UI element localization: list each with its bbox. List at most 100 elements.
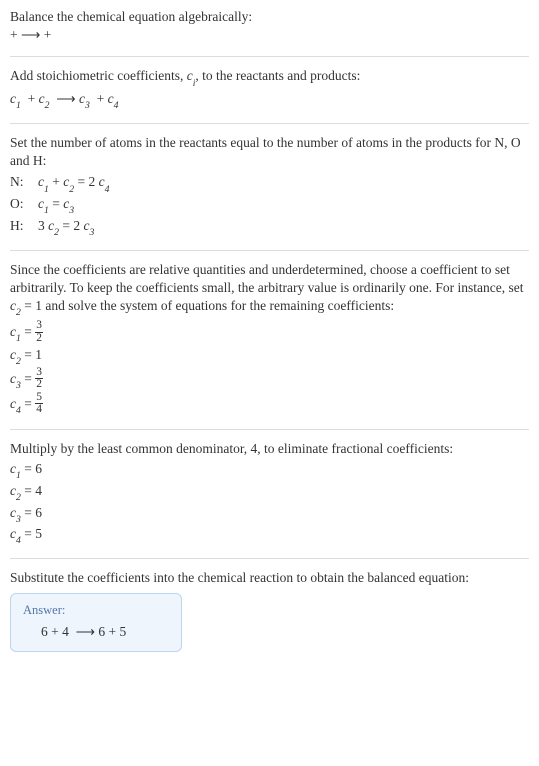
coef-line-c3: c3 = 6 (10, 504, 529, 525)
substitute-block: Substitute the coefficients into the che… (10, 569, 529, 652)
coef-c2: c (39, 91, 45, 106)
var-sub: 2 (16, 492, 21, 503)
equals-value: = 1 (21, 347, 42, 362)
coef-line-c4: c4 = 5 (10, 525, 529, 546)
var-sub: 3 (89, 227, 94, 238)
frac-den: 2 (35, 378, 43, 390)
coef-c4-sub: 4 (114, 100, 119, 111)
coef-6b: 6 (95, 624, 109, 639)
coef-line-c2: c2 = 4 (10, 482, 529, 503)
var-sub: 2 (54, 227, 59, 238)
coef-c4: c (108, 91, 114, 106)
intro-reaction-template: + ⟶ + (10, 26, 529, 44)
var-sub: 1 (44, 205, 49, 216)
var-sub: 1 (16, 333, 21, 344)
fraction: 54 (35, 392, 43, 416)
coef-c3-sub: 3 (85, 100, 90, 111)
atom-eq-o: c1 = c3 (38, 195, 74, 216)
divider (10, 558, 529, 559)
divider (10, 429, 529, 430)
atom-row-h: H: 3 c2 = 2 c3 (10, 217, 529, 238)
text-part: Since the coefficients are relative quan… (10, 262, 524, 295)
stoich-intro-text: Add stoichiometric coefficients, ci, to … (10, 67, 529, 88)
coef-line-c3: c3 = 32 (10, 368, 529, 392)
atom-label-h: H: (10, 217, 32, 235)
atom-eq-h: 3 c2 = 2 c3 (38, 217, 94, 238)
var-sub: 4 (16, 535, 21, 546)
frac-num: 5 (35, 392, 43, 403)
var-sub: 3 (16, 514, 21, 525)
value: = 5 (21, 526, 42, 541)
text-part: = 1 and solve the system of equations fo… (21, 298, 394, 313)
equals: = 2 (59, 218, 84, 233)
text-part: , to the reactants and products: (195, 68, 360, 83)
atom-label-o: O: (10, 195, 32, 213)
coef-line-c4: c4 = 54 (10, 393, 529, 417)
coef-line-c2: c2 = 1 (10, 346, 529, 367)
intro-line-1: Balance the chemical equation algebraica… (10, 8, 529, 26)
text-part: Add stoichiometric coefficients, (10, 68, 187, 83)
frac-den: 2 (35, 332, 43, 344)
var-sub: 3 (16, 380, 21, 391)
frac-num: 3 (35, 367, 43, 378)
arrow-icon: ⟶ (21, 26, 40, 44)
divider (10, 250, 529, 251)
coef-line-c1: c1 = 32 (10, 321, 529, 345)
reactant-placeholder: + (10, 27, 21, 42)
plus-sign: + (24, 91, 38, 106)
value: = 6 (21, 505, 42, 520)
value: = 4 (21, 483, 42, 498)
coef-6a: 6 (41, 624, 51, 639)
divider (10, 123, 529, 124)
var-sub: 4 (105, 184, 110, 195)
atom-row-n: N: c1 + c2 = 2 c4 (10, 173, 529, 194)
divider (10, 56, 529, 57)
coef-line-c1: c1 = 6 (10, 460, 529, 481)
frac-num: 3 (35, 320, 43, 331)
frac-den: 4 (35, 403, 43, 415)
atom-label-n: N: (10, 173, 32, 191)
fraction: 32 (35, 320, 43, 344)
var-sub: 2 (16, 307, 21, 318)
plus-4: + 4 (51, 624, 72, 639)
lcd-block: Multiply by the least common denominator… (10, 440, 529, 546)
underdetermined-text: Since the coefficients are relative quan… (10, 261, 529, 318)
atom-intro-text: Set the number of atoms in the reactants… (10, 134, 529, 170)
atom-row-o: O: c1 = c3 (10, 195, 529, 216)
var-sub: 2 (16, 356, 21, 367)
stoich-intro-block: Add stoichiometric coefficients, ci, to … (10, 67, 529, 111)
var-sub: 2 (69, 184, 74, 195)
equals: = (21, 396, 35, 411)
arrow-icon: ⟶ (76, 623, 95, 641)
substitute-text: Substitute the coefficients into the che… (10, 569, 529, 587)
intro-block: Balance the chemical equation algebraica… (10, 8, 529, 44)
coef-c2-sub: 2 (45, 100, 50, 111)
underdetermined-block: Since the coefficients are relative quan… (10, 261, 529, 417)
plus: + (49, 174, 63, 189)
coef-c1-sub: 1 (16, 100, 21, 111)
equals: = (21, 324, 35, 339)
answer-equation: 6 + 4 ⟶ 6 + 5 (23, 623, 169, 641)
var-c: c (187, 68, 193, 83)
coef: 3 (38, 218, 48, 233)
var-sub: 4 (16, 405, 21, 416)
value: = 6 (21, 461, 42, 476)
answer-box: Answer: 6 + 4 ⟶ 6 + 5 (10, 593, 182, 652)
plus-sign: + (93, 91, 107, 106)
atom-eq-n: c1 + c2 = 2 c4 (38, 173, 109, 194)
var-sub: 3 (69, 205, 74, 216)
var-sub: 1 (16, 470, 21, 481)
plus-5: + 5 (108, 624, 126, 639)
stoich-equation: c1 + c2 ⟶ c3 + c4 (10, 90, 529, 111)
arrow-icon: ⟶ (56, 90, 75, 108)
answer-title: Answer: (23, 602, 169, 619)
equals: = (21, 371, 35, 386)
lcd-intro-text: Multiply by the least common denominator… (10, 440, 529, 458)
equals: = (49, 196, 63, 211)
atom-balance-block: Set the number of atoms in the reactants… (10, 134, 529, 238)
var: c (99, 174, 105, 189)
equals: = 2 (74, 174, 99, 189)
var-sub: 1 (44, 184, 49, 195)
fraction: 32 (35, 367, 43, 391)
product-placeholder: + (44, 27, 52, 42)
